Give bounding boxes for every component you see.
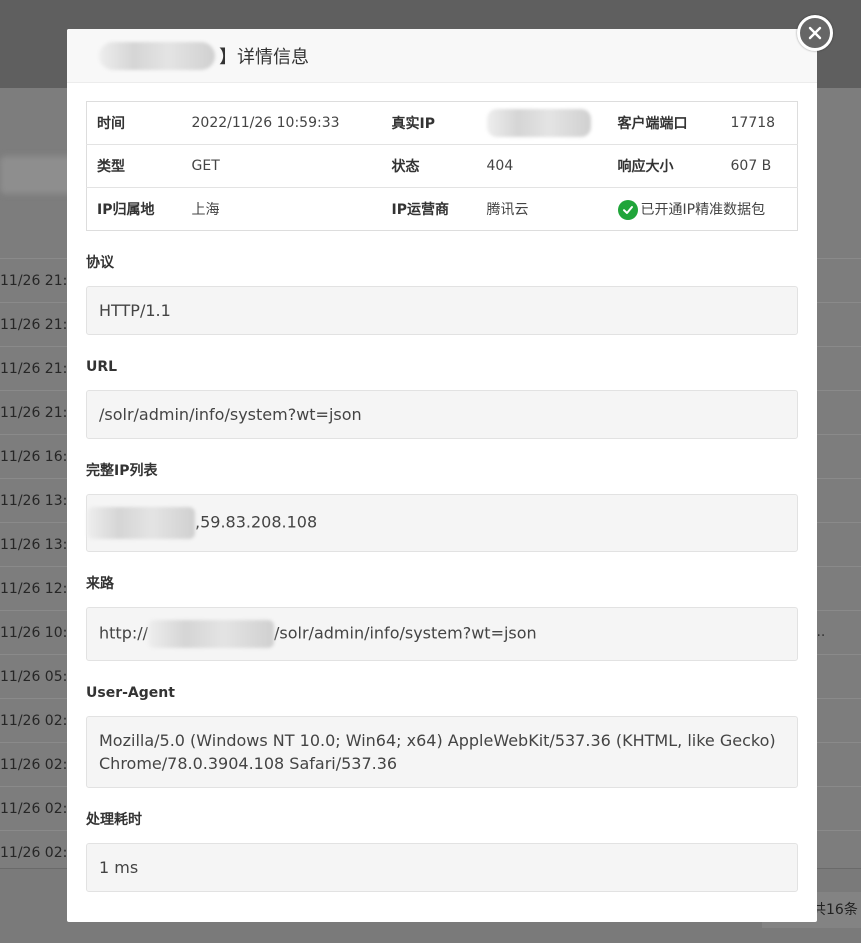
close-icon — [808, 26, 822, 40]
background-log-time: 11/26 21:0 — [0, 405, 77, 421]
url-label: URL — [86, 359, 118, 375]
background-log-time: 11/26 02:4 — [0, 801, 77, 817]
precise-ip-text: 已开通IP精准数据包 — [640, 201, 766, 218]
referer-value: http:// /solr/admin/info/system?wt=json — [86, 607, 798, 661]
ip-list-value: ,59.83.208.108 — [86, 494, 798, 552]
ip-list-text: ,59.83.208.108 — [195, 512, 318, 532]
background-log-time: 11/26 21:1 — [0, 317, 77, 333]
protocol-label: 协议 — [86, 255, 114, 271]
table-row: IP归属地 上海 IP运营商 腾讯云 已开通IP精准数据包 — [86, 187, 798, 231]
precise-ip-status: 已开通IP精准数据包 — [607, 187, 798, 231]
protocol-value: HTTP/1.1 — [86, 286, 798, 335]
background-log-time: 11/26 02:5 — [0, 713, 77, 729]
response-size-label: 响应大小 — [607, 144, 721, 188]
background-log-time: 11/26 05:1 — [0, 669, 77, 685]
time-value: 2022/11/26 10:59:33 — [191, 115, 340, 131]
redacted-host — [148, 620, 275, 648]
redacted-ip — [87, 507, 195, 539]
duration-label: 处理耗时 — [86, 812, 142, 828]
modal-title-bracket: 】 — [219, 46, 237, 68]
background-log-time: 11/26 21:0 — [0, 361, 77, 377]
check-circle-icon — [617, 199, 638, 220]
real-ip-label: 真实IP — [391, 116, 435, 132]
modal-body: 时间 2022/11/26 10:59:33 真实IP 客户端端口 17718 … — [67, 83, 817, 892]
background-log-time: 11/26 13:0 — [0, 537, 77, 553]
redacted-site-name — [99, 41, 215, 70]
detail-modal: 】 详情信息 时间 2022/11/26 10:59:33 真实IP 客户端端口… — [67, 29, 817, 922]
type-value: GET — [181, 144, 382, 188]
ip-location-value: 上海 — [181, 187, 382, 231]
ip-list-label: 完整IP列表 — [86, 463, 158, 479]
ip-location-label: IP归属地 — [86, 187, 182, 231]
user-agent-value: Mozilla/5.0 (Windows NT 10.0; Win64; x64… — [86, 716, 798, 788]
modal-header: 】 详情信息 — [67, 29, 817, 83]
background-log-time: 11/26 21:1 — [0, 273, 77, 289]
background-log-time: 11/26 10:5 — [0, 625, 77, 641]
referer-label: 来路 — [86, 576, 114, 592]
isp-label: IP运营商 — [381, 187, 477, 231]
real-ip-value — [477, 102, 608, 145]
request-info-table: 时间 2022/11/26 10:59:33 真实IP 客户端端口 17718 … — [86, 101, 798, 231]
status-label: 状态 — [381, 144, 477, 188]
close-button[interactable] — [797, 15, 833, 51]
client-port-label: 客户端端口 — [617, 116, 688, 132]
modal-title: 详情信息 — [237, 46, 309, 68]
referer-prefix: http:// — [99, 623, 149, 643]
response-size-value: 607 B — [720, 144, 798, 188]
redacted-ip — [486, 109, 591, 137]
table-row: 时间 2022/11/26 10:59:33 真实IP 客户端端口 17718 — [87, 102, 798, 145]
background-redacted-block — [0, 156, 76, 194]
table-row: 类型 GET 状态 404 响应大小 607 B — [86, 144, 798, 188]
referer-suffix: /solr/admin/info/system?wt=json — [274, 623, 537, 643]
background-log-time: 11/26 13:3 — [0, 493, 77, 509]
client-port-value: 17718 — [730, 115, 776, 131]
user-agent-label: User-Agent — [86, 685, 175, 701]
isp-value: 腾讯云 — [476, 187, 608, 231]
background-log-time: 11/26 12:4 — [0, 581, 77, 597]
background-log-time: 11/26 16:4 — [0, 449, 77, 465]
url-value: /solr/admin/info/system?wt=json — [86, 390, 798, 439]
duration-value: 1 ms — [86, 843, 798, 892]
type-label: 类型 — [86, 144, 182, 188]
status-value: 404 — [476, 144, 608, 188]
background-log-time: 11/26 02:4 — [0, 757, 77, 773]
time-label: 时间 — [97, 116, 125, 132]
